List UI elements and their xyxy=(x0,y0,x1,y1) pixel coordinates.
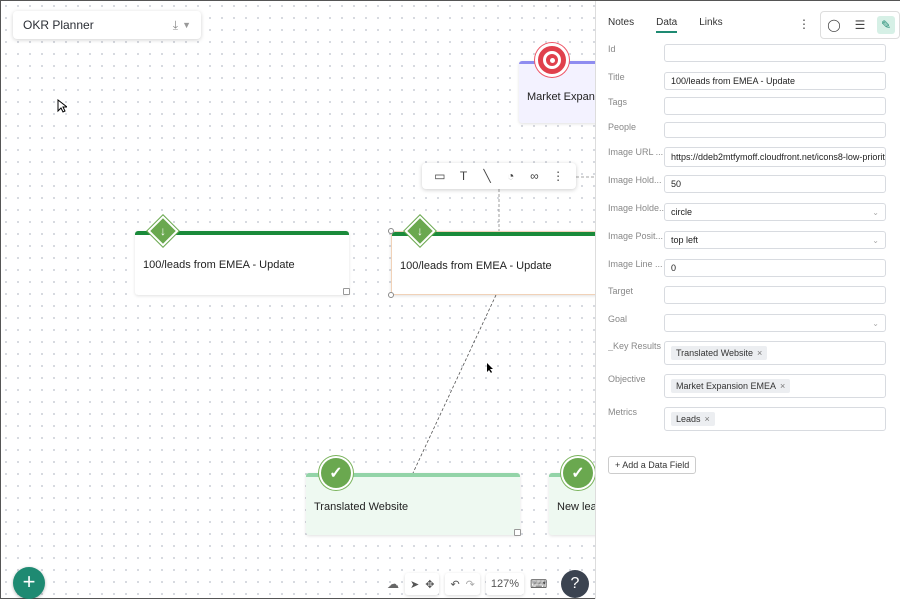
field-target: Target xyxy=(608,286,888,304)
chevron-down-icon: ⌄ xyxy=(872,318,879,328)
field-image-url: Image URL ... https://ddeb2mtfymoff.clou… xyxy=(608,147,888,167)
link-icon[interactable]: ∞ xyxy=(525,169,543,183)
chip: Leads × xyxy=(671,412,715,426)
zoom-group[interactable]: 127% xyxy=(485,573,525,595)
node-label: 100/leads from EMEA - Update xyxy=(400,260,552,272)
image-hold-input[interactable]: 50 xyxy=(664,175,886,193)
node-toolbar: ▭ T ╲ ◔ ∞ ⋮ xyxy=(422,163,576,189)
undo-icon[interactable]: ↶ xyxy=(450,578,459,591)
tags-input[interactable] xyxy=(664,97,886,115)
add-data-field-button[interactable]: + Add a Data Field xyxy=(608,456,697,474)
remove-chip-icon[interactable]: × xyxy=(780,381,785,391)
objective-input[interactable]: Market Expansion EMEA × xyxy=(664,374,886,398)
resize-handle[interactable] xyxy=(343,288,350,295)
low-priority-icon: ↓ xyxy=(404,215,436,247)
more-icon[interactable]: ⋮ xyxy=(549,169,567,183)
palette-icon[interactable]: ◔ xyxy=(502,169,520,183)
title-input[interactable]: 100/leads from EMEA - Update xyxy=(664,72,886,90)
field-title: Title 100/leads from EMEA - Update xyxy=(608,72,888,90)
metrics-input[interactable]: Leads × xyxy=(664,407,886,431)
help-button[interactable]: ? xyxy=(561,570,589,598)
redo-icon[interactable]: ↷ xyxy=(466,578,475,591)
comment-icon[interactable]: ◯ xyxy=(825,16,843,34)
tab-data[interactable]: Data xyxy=(656,17,678,33)
target-input[interactable] xyxy=(664,286,886,304)
resize-handle[interactable] xyxy=(514,529,521,536)
selection-handle[interactable] xyxy=(388,292,394,298)
chevron-down-icon: ⌄ xyxy=(872,207,879,217)
zoom-level[interactable]: 127% xyxy=(491,578,519,590)
panel-more-icon[interactable]: ⋮ xyxy=(798,17,810,31)
selection-handle[interactable] xyxy=(388,228,394,234)
target-icon xyxy=(535,43,569,77)
field-goal: Goal ⌄ xyxy=(608,314,888,332)
field-id: Id xyxy=(608,44,888,62)
image-holder-shape-select[interactable]: circle ⌄ xyxy=(664,203,886,221)
properties-panel: Notes Data Links ⋮ ◯ ☰ ✎ Id Title 100/le… xyxy=(595,1,900,599)
id-input[interactable] xyxy=(664,44,886,62)
pan-tool-icon[interactable]: ✥ xyxy=(425,578,434,591)
node-label: Market Expans xyxy=(527,91,601,103)
select-tool-icon[interactable]: ➤ xyxy=(410,578,419,591)
remove-chip-icon[interactable]: × xyxy=(757,348,762,358)
node-label: Translated Website xyxy=(314,501,409,513)
check-badge-icon: ✓ xyxy=(321,458,351,488)
goal-select[interactable]: ⌄ xyxy=(664,314,886,332)
keyboard-icon[interactable]: ⌨ xyxy=(530,577,547,591)
low-priority-icon: ↓ xyxy=(147,215,179,247)
cloud-sync-icon[interactable]: ☁ xyxy=(387,577,399,591)
image-line-input[interactable]: 0 xyxy=(664,259,886,277)
chevron-down-icon: ⌄ xyxy=(872,235,879,245)
field-image-line: Image Line ... 0 xyxy=(608,259,888,277)
key-results-input[interactable]: Translated Website × xyxy=(664,341,886,365)
bottom-toolbar: ☁ ➤ ✥ ↶ ↷ 127% ⌨ xyxy=(387,573,547,595)
sliders-icon[interactable]: ☰ xyxy=(851,16,869,34)
mouse-cursor-icon xyxy=(487,363,493,373)
node-label: 100/leads from EMEA - Update xyxy=(143,259,295,271)
history-group: ↶ ↷ xyxy=(445,573,480,595)
shape-style-icon[interactable]: ▭ xyxy=(431,169,449,183)
text-icon[interactable]: T xyxy=(454,169,472,183)
field-people: People xyxy=(608,122,888,138)
node-label: New lea xyxy=(557,501,597,513)
field-image-hold: Image Hold... 50 xyxy=(608,175,888,193)
field-image-holder-shape: Image Holde... circle ⌄ xyxy=(608,203,888,221)
tab-links[interactable]: Links xyxy=(699,17,722,33)
field-metrics: Metrics Leads × xyxy=(608,407,888,431)
field-tags: Tags xyxy=(608,97,888,115)
image-position-select[interactable]: top left ⌄ xyxy=(664,231,886,249)
add-button[interactable]: + xyxy=(13,567,45,599)
chip: Translated Website × xyxy=(671,346,768,360)
panel-icon-bar: ◯ ☰ ✎ xyxy=(820,11,900,39)
line-icon[interactable]: ╲ xyxy=(478,169,496,183)
tab-notes[interactable]: Notes xyxy=(608,17,634,33)
data-edit-icon[interactable]: ✎ xyxy=(877,16,895,34)
tool-group: ➤ ✥ xyxy=(405,573,440,595)
field-objective: Objective Market Expansion EMEA × xyxy=(608,374,888,398)
field-image-position: Image Posit... top left ⌄ xyxy=(608,231,888,249)
people-input[interactable] xyxy=(664,122,886,138)
chip: Market Expansion EMEA × xyxy=(671,379,791,393)
image-url-input[interactable]: https://ddeb2mtfymoff.cloudfront.net/ico… xyxy=(664,147,886,167)
field-key-results: _Key Results Translated Website × xyxy=(608,341,888,365)
check-badge-icon: ✓ xyxy=(563,458,593,488)
remove-chip-icon[interactable]: × xyxy=(705,414,710,424)
panel-tabs: Notes Data Links xyxy=(608,17,723,33)
